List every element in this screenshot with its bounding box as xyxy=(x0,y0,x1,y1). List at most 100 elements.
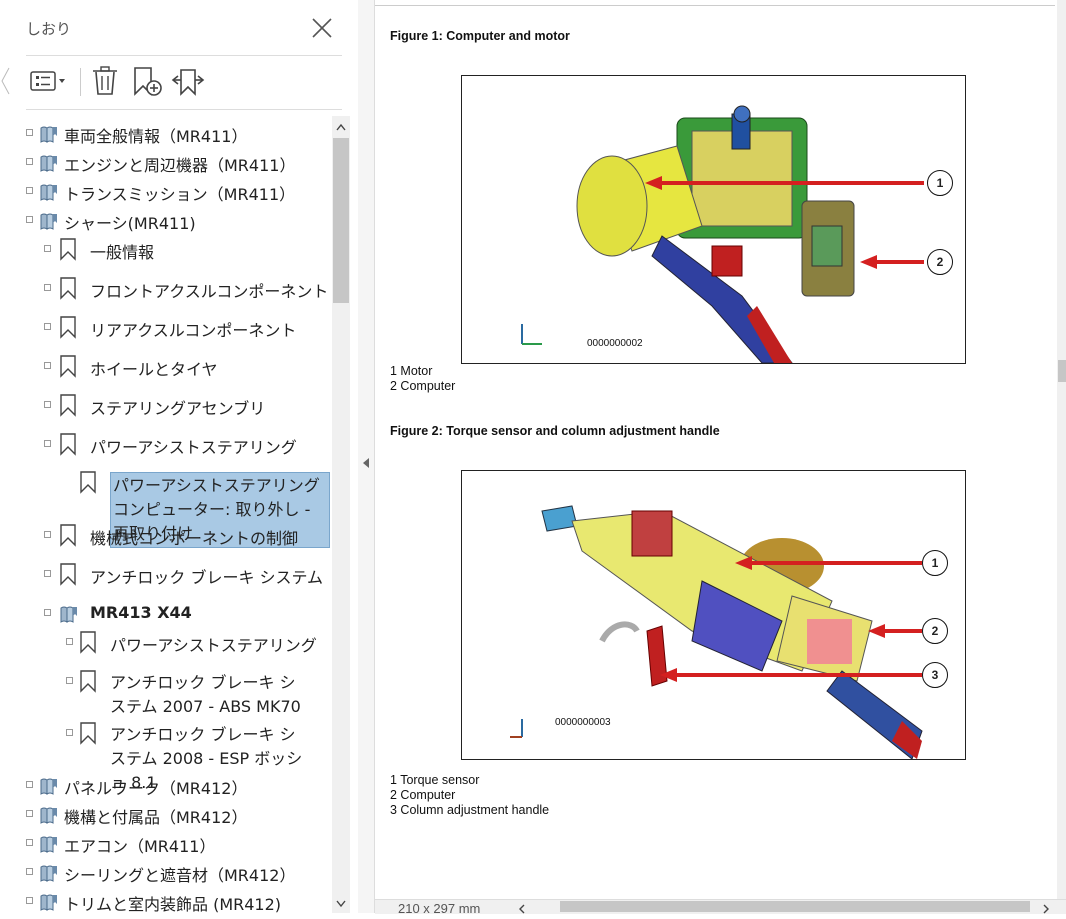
tree-item[interactable]: トリムと室内装飾品 (MR412) xyxy=(22,888,332,913)
panel-collapse-tab[interactable] xyxy=(0,66,10,96)
expand-toggle[interactable] xyxy=(26,810,33,817)
tree-item[interactable]: アンチロック ブレーキ システム 2007 - ABS MK70 xyxy=(22,668,332,718)
collapse-arrow-icon[interactable] xyxy=(361,455,371,469)
tree-item[interactable]: シャーシ(MR411) xyxy=(22,207,332,235)
toolbar-divider xyxy=(80,68,81,96)
callout-1: 1 xyxy=(922,550,948,576)
tree-item[interactable]: パネルワーク（MR412） xyxy=(22,772,332,800)
expand-toggle[interactable] xyxy=(26,781,33,788)
expand-toggle[interactable] xyxy=(26,158,33,165)
book-icon xyxy=(38,123,60,149)
expand-toggle[interactable] xyxy=(44,245,51,252)
divider xyxy=(26,55,342,56)
tree-item[interactable]: アンチロック ブレーキ システム xyxy=(22,561,332,589)
tree-item[interactable]: リアアクスルコンポーネント xyxy=(22,314,332,342)
book-icon xyxy=(38,152,60,178)
page-size-label: 210 x 297 mm xyxy=(398,901,481,916)
tree-item[interactable]: 機構と付属品（MR412） xyxy=(22,801,332,829)
panel-scrollbar[interactable] xyxy=(332,116,350,913)
image-id: 0000000003 xyxy=(555,717,611,728)
expand-toggle[interactable] xyxy=(26,216,33,223)
book-icon xyxy=(38,862,60,888)
horizontal-scrollbar-thumb[interactable] xyxy=(560,901,1030,912)
tree-item[interactable]: ホイールとタイヤ xyxy=(22,353,332,381)
expand-toggle[interactable] xyxy=(66,638,73,645)
bookmarks-panel: しおり 車両全般情報（MR411） エンジンと周辺機器（MR411） トランスミ… xyxy=(0,0,359,913)
scroll-right-icon[interactable] xyxy=(1040,900,1052,914)
expand-toggle[interactable] xyxy=(66,729,73,736)
caption-line: 3 Column adjustment handle xyxy=(390,803,550,817)
tree-item[interactable]: エンジンと周辺機器（MR411） xyxy=(22,149,332,177)
scroll-left-icon[interactable] xyxy=(516,900,528,914)
tree-item[interactable]: フロントアクスルコンポーネント xyxy=(22,275,332,303)
bookmark-icon xyxy=(58,354,78,382)
expand-toggle[interactable] xyxy=(44,440,51,447)
tree-item[interactable]: トランスミッション（MR411） xyxy=(22,178,332,206)
tree-item[interactable]: ステアリングアセンブリ xyxy=(22,392,332,420)
tree-item-label: シャーシ(MR411) xyxy=(64,214,196,233)
close-icon[interactable] xyxy=(308,14,336,42)
tree-item[interactable]: エアコン（MR411） xyxy=(22,830,332,858)
tree-item[interactable]: パワーアシストステアリング xyxy=(22,629,332,657)
figure-1-title: Figure 1: Computer and motor xyxy=(390,29,570,43)
tree-item-label: ステアリングアセンブリ xyxy=(90,399,266,418)
tree-item[interactable]: 車両全般情報（MR411） xyxy=(22,120,332,148)
tree-item-label: シーリングと遮音材（MR412） xyxy=(64,866,296,885)
expand-toggle[interactable] xyxy=(44,570,51,577)
figure-2-caption: 1 Torque sensor 2 Computer 3 Column adju… xyxy=(390,773,549,818)
tree-item[interactable]: パワーアシストステアリングコンピューター: 取り外し - 再取り付け xyxy=(22,469,332,548)
image-id: 0000000002 xyxy=(587,338,643,349)
list-options-icon[interactable] xyxy=(28,64,70,98)
scroll-up-icon[interactable] xyxy=(335,120,347,134)
caption-line: 1 Torque sensor xyxy=(390,773,480,787)
figure-1-caption: 1 Motor 2 Computer xyxy=(390,364,455,394)
document-scrollbar[interactable] xyxy=(1057,0,1066,899)
scrollbar-thumb[interactable] xyxy=(1058,360,1066,382)
expand-toggle[interactable] xyxy=(66,677,73,684)
bookmark-icon xyxy=(58,276,78,304)
tree-item-label: トリムと室内装飾品 (MR412) xyxy=(64,895,282,913)
bookmark-icon xyxy=(58,562,78,590)
tree-item-label: パネルワーク（MR412） xyxy=(64,779,248,798)
tree-item-label: アンチロック ブレーキ システム xyxy=(90,568,324,587)
expand-toggle[interactable] xyxy=(44,401,51,408)
expand-toggle[interactable] xyxy=(26,868,33,875)
panel-title: しおり xyxy=(26,20,72,38)
callout-1: 1 xyxy=(927,170,953,196)
book-icon xyxy=(38,181,60,207)
tree-item-label: 一般情報 xyxy=(90,243,155,262)
expand-toggle[interactable] xyxy=(44,362,51,369)
caption-line: 1 Motor xyxy=(390,364,433,378)
book-icon xyxy=(38,891,60,913)
expand-bookmark-icon[interactable] xyxy=(170,64,206,98)
divider xyxy=(375,5,1055,6)
expand-toggle[interactable] xyxy=(26,897,33,904)
expand-toggle[interactable] xyxy=(26,129,33,136)
tree-item[interactable]: 一般情報 xyxy=(22,236,332,264)
tree-item-label: パワーアシストステアリング xyxy=(90,438,297,457)
bookmark-icon xyxy=(78,630,98,658)
trash-icon[interactable] xyxy=(90,64,120,98)
caption-line: 2 Computer xyxy=(390,379,456,393)
tree-item[interactable]: シーリングと遮音材（MR412） xyxy=(22,859,332,887)
scroll-down-icon[interactable] xyxy=(335,896,347,910)
expand-toggle[interactable] xyxy=(26,839,33,846)
tree-item[interactable]: アンチロック ブレーキ システム 2008 - ESP ボッシュ 8.1 xyxy=(22,720,332,792)
tree-item[interactable]: パワーアシストステアリング xyxy=(22,431,332,459)
expand-toggle[interactable] xyxy=(44,284,51,291)
tree-item-label: ホイールとタイヤ xyxy=(90,360,218,379)
figure-1-image: 1 2 0000000002 xyxy=(461,75,966,364)
scrollbar-thumb[interactable] xyxy=(333,138,349,303)
book-icon xyxy=(38,804,60,830)
expand-toggle[interactable] xyxy=(26,187,33,194)
expand-toggle[interactable] xyxy=(44,609,51,616)
add-bookmark-icon[interactable] xyxy=(130,64,164,98)
tree-item[interactable]: 機械式コンポーネントの制御 xyxy=(22,522,332,550)
tree-item[interactable]: MR413 X44 xyxy=(22,600,332,628)
tree-item-label: 機構と付属品（MR412） xyxy=(64,808,248,827)
expand-toggle[interactable] xyxy=(44,531,51,538)
book-icon xyxy=(38,833,60,859)
expand-toggle[interactable] xyxy=(44,323,51,330)
book-icon xyxy=(38,210,60,236)
tree-item-label: アンチロック ブレーキ システム 2007 - ABS MK70 xyxy=(110,673,301,716)
